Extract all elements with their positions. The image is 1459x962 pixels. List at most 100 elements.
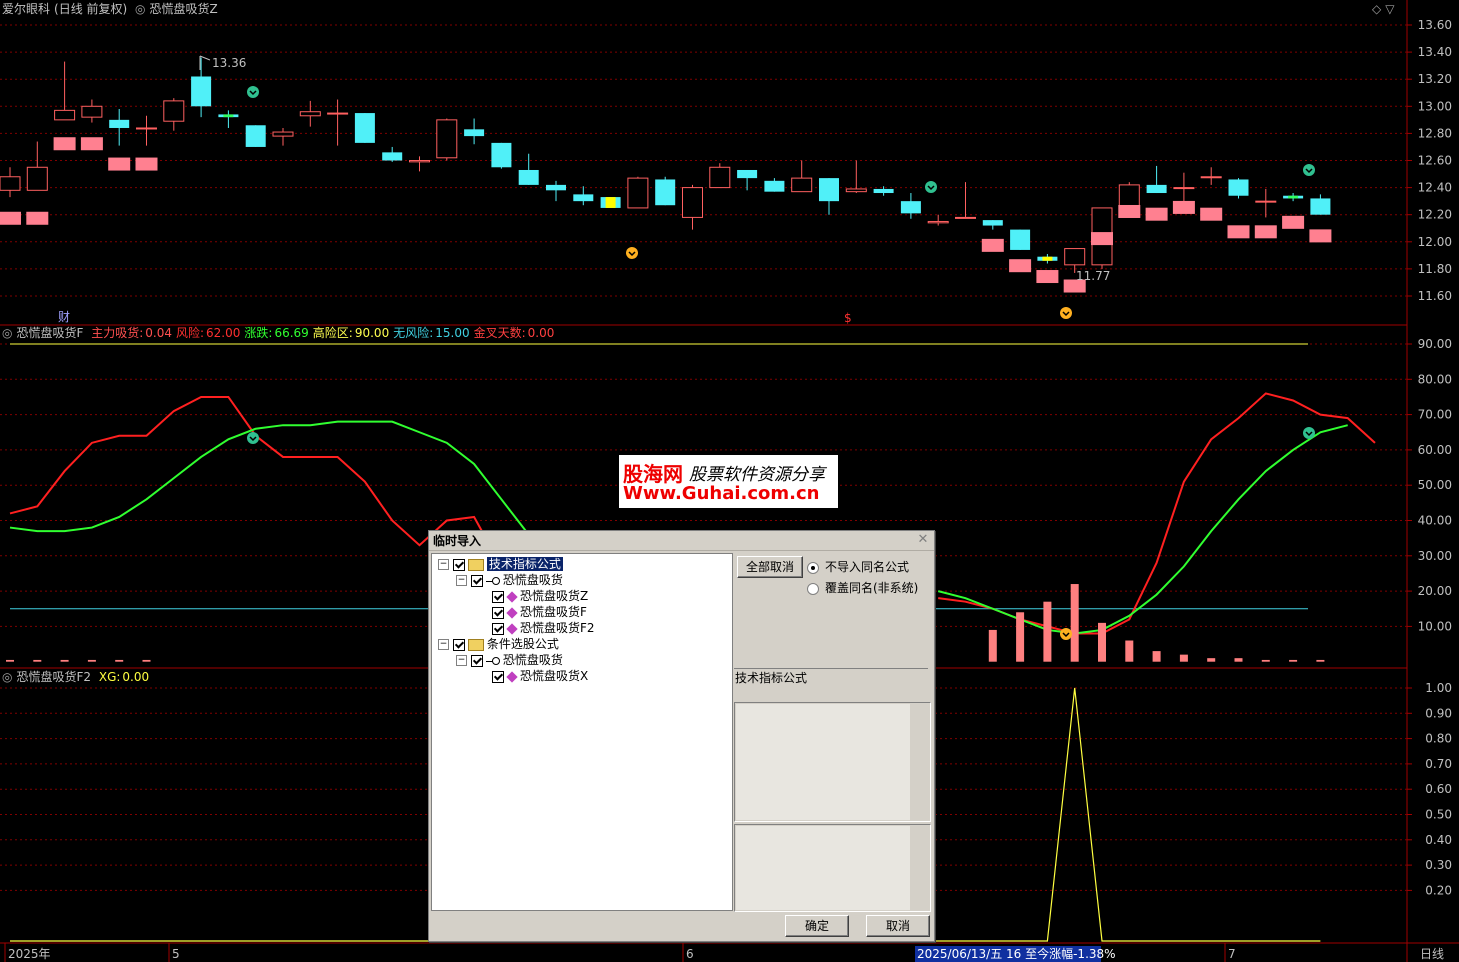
radio-icon[interactable] (807, 561, 819, 574)
checkbox[interactable] (492, 670, 504, 683)
checkbox[interactable] (452, 558, 465, 571)
accumulation-bar (1207, 658, 1216, 662)
signal-block (1227, 225, 1250, 239)
highlight-candle (1042, 256, 1053, 261)
collapse-icon[interactable]: − (438, 639, 449, 650)
tree-label[interactable]: 条件选股公式 (487, 637, 559, 651)
finance-marker: 财 (58, 310, 70, 324)
accumulation-bar (1125, 640, 1134, 662)
tree-group-selection[interactable]: − 恐慌盘吸货 (456, 652, 563, 668)
checkbox[interactable] (492, 590, 504, 603)
accumulation-bar (988, 629, 997, 662)
collapse-icon[interactable]: − (438, 559, 449, 570)
indicator-label-0: 主力吸货: (91, 326, 144, 340)
watermark: 股海网 股票软件资源分享 Www.Guhai.com.cn (619, 455, 838, 508)
accumulation-bar (1152, 651, 1161, 662)
panel-controls: ◇ ▽ (1372, 1, 1398, 17)
formula-icon (506, 622, 518, 635)
tree-label[interactable]: 恐慌盘吸货X (520, 669, 588, 683)
checkbox[interactable] (470, 574, 483, 587)
diamond-icon[interactable]: ◇ (1372, 2, 1381, 16)
main-indicator-name[interactable]: 恐慌盘吸货Z (150, 2, 218, 16)
folder-icon (467, 638, 484, 651)
settings-circle-icon[interactable]: ◎ (2, 670, 12, 684)
type-label: 技术指标公式 (735, 671, 808, 685)
cancel-all-button[interactable]: 全部取消 (737, 556, 803, 578)
price-tick-label: 13.00 (1418, 99, 1452, 113)
tree-label[interactable]: 恐慌盘吸货 (503, 573, 563, 587)
radio-overwrite[interactable]: 覆盖同名(非系统) (807, 579, 918, 596)
xg-tick-label: 0.60 (1425, 782, 1452, 796)
candle-body (900, 201, 921, 214)
tree-item-f2[interactable]: 恐慌盘吸货F2 (492, 620, 595, 636)
candle-body (764, 180, 785, 192)
key-icon (485, 576, 500, 585)
accumulation-bar (6, 659, 14, 662)
candle-body (1173, 187, 1195, 190)
settings-circle-icon[interactable]: ◎ (135, 2, 145, 16)
preview-box[interactable] (734, 824, 931, 912)
candle-body (464, 129, 485, 137)
xg-tick-label: 0.30 (1425, 858, 1452, 872)
indicator-value-0: 0.04 (145, 326, 172, 340)
candle-body (382, 152, 403, 161)
xg-tick-label: 0.20 (1425, 883, 1452, 897)
month-label: 6 (686, 947, 694, 961)
highlight-candle (1288, 195, 1299, 199)
radio-no-import[interactable]: 不导入同名公式 (807, 558, 909, 575)
candle-body (1228, 179, 1249, 196)
description-box[interactable] (734, 702, 931, 822)
candle-body (819, 178, 839, 202)
tree-item-f[interactable]: 恐慌盘吸货F (492, 604, 587, 620)
candle-body (1146, 184, 1167, 194)
scroll-down-icon[interactable]: ▽ (1385, 2, 1394, 16)
checkbox[interactable] (470, 654, 483, 667)
close-icon[interactable]: ✕ (916, 533, 930, 547)
tree-label[interactable]: 恐慌盘吸货F (520, 605, 587, 619)
accumulation-bar (1098, 622, 1106, 662)
price-tick-label: 13.20 (1418, 72, 1452, 86)
main-panel-header: 爱尔眼科 (日线 前复权) ◎ 恐慌盘吸货Z (2, 1, 222, 17)
checkbox[interactable] (492, 622, 504, 635)
tree-label[interactable]: 技术指标公式 (486, 557, 563, 571)
xg-tick-label: 0.40 (1425, 833, 1452, 847)
indicator-value-2: 66.69 (274, 326, 309, 340)
tree-group-indicator[interactable]: − 恐慌盘吸货 (456, 572, 563, 588)
tree-label[interactable]: 恐慌盘吸货Z (520, 589, 588, 603)
signal-block (108, 157, 131, 171)
tree-label[interactable]: 恐慌盘吸货F2 (520, 621, 595, 635)
tree-folder-selection[interactable]: − 条件选股公式 (438, 636, 559, 652)
osc-tick-label: 90.00 (1418, 337, 1452, 351)
radio-icon[interactable] (807, 582, 819, 595)
tree-item-x[interactable]: 恐慌盘吸货X (492, 668, 588, 684)
period-label: 日线 (1420, 947, 1444, 961)
settings-circle-icon[interactable]: ◎ (2, 326, 12, 340)
indicator-values: 主力吸货: 0.04 风险: 62.00 涨跌: 66.69 高险区: 90.00 无风险: 15… (91, 326, 558, 340)
signal-block (981, 238, 1004, 252)
formula-tree[interactable]: − 技术指标公式 − 恐慌盘吸货 恐慌盘吸货Z 恐慌盘吸货F 恐慌盘吸货F2 −… (431, 553, 733, 911)
tree-item-z[interactable]: 恐慌盘吸货Z (492, 588, 588, 604)
candle-body (627, 177, 649, 209)
signal-block (0, 211, 21, 225)
checkbox[interactable] (452, 638, 465, 651)
sub2-indicator-name[interactable]: 恐慌盘吸货F2 (16, 670, 91, 684)
sub-indicator-name[interactable]: 恐慌盘吸货F (16, 326, 83, 340)
checkbox[interactable] (492, 606, 504, 619)
stock-name[interactable]: 爱尔眼科 (2, 2, 50, 16)
candle-body (0, 176, 21, 191)
dialog-title[interactable]: 临时导入 (429, 531, 934, 551)
key-icon (485, 656, 500, 665)
candle-body (791, 177, 813, 193)
signal-block (1009, 259, 1032, 273)
radio-label: 不导入同名公式 (825, 560, 910, 574)
collapse-icon[interactable]: − (456, 575, 467, 586)
collapse-icon[interactable]: − (456, 655, 467, 666)
tree-folder-indicator[interactable]: − 技术指标公式 (438, 556, 563, 572)
ok-button[interactable]: 确定 (785, 915, 849, 937)
osc-tick-label: 30.00 (1418, 549, 1452, 563)
indicator-value-3: 90.00 (354, 326, 390, 340)
accumulation-bar (1234, 658, 1243, 662)
cancel-button[interactable]: 取消 (866, 915, 930, 937)
xg-value: 0.00 (122, 670, 150, 684)
tree-label[interactable]: 恐慌盘吸货 (503, 653, 563, 667)
